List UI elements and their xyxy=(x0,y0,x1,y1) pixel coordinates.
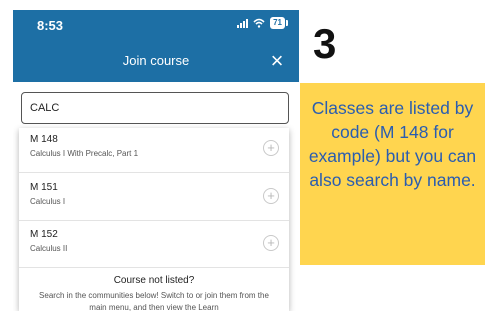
step-number: 3 xyxy=(313,20,337,67)
list-item[interactable]: M 152 Calculus II + xyxy=(19,223,289,268)
course-code: M 151 xyxy=(30,182,58,193)
course-not-listed-text: Search in the communities below! Switch … xyxy=(39,291,269,311)
close-icon[interactable]: × xyxy=(265,49,289,73)
status-bar: 8:53 71 xyxy=(13,10,299,42)
join-course-sheet: M 148 Calculus I With Precalc, Part 1 + … xyxy=(13,82,299,311)
add-circle-icon[interactable]: + xyxy=(263,140,279,156)
signal-icon xyxy=(237,18,249,28)
course-code: M 148 xyxy=(30,134,58,145)
course-name: Calculus II xyxy=(30,244,68,253)
page-title: Join course xyxy=(122,53,190,68)
battery-icon: 71 xyxy=(270,17,288,29)
phone-screen: 8:53 71 Join course × M 148 xyxy=(13,10,299,311)
nav-bar: Join course × xyxy=(13,42,299,82)
add-circle-icon[interactable]: + xyxy=(263,235,279,251)
status-icons: 71 xyxy=(237,17,288,29)
search-field[interactable] xyxy=(21,92,289,124)
course-name: Calculus I xyxy=(30,197,66,206)
search-input[interactable] xyxy=(22,93,288,123)
course-code: M 152 xyxy=(30,229,58,240)
course-not-listed-heading: Course not listed? xyxy=(113,275,195,286)
add-circle-icon[interactable]: + xyxy=(263,188,279,204)
list-item[interactable]: M 151 Calculus I + xyxy=(19,176,289,221)
wifi-icon xyxy=(253,18,265,28)
status-time: 8:53 xyxy=(37,18,64,33)
course-name: Calculus I With Precalc, Part 1 xyxy=(30,149,139,158)
callout-note: Classes are listed by code (M 148 for ex… xyxy=(300,83,485,265)
search-results-dropdown: M 148 Calculus I With Precalc, Part 1 + … xyxy=(19,128,289,311)
list-item[interactable]: M 148 Calculus I With Precalc, Part 1 + xyxy=(19,128,289,173)
